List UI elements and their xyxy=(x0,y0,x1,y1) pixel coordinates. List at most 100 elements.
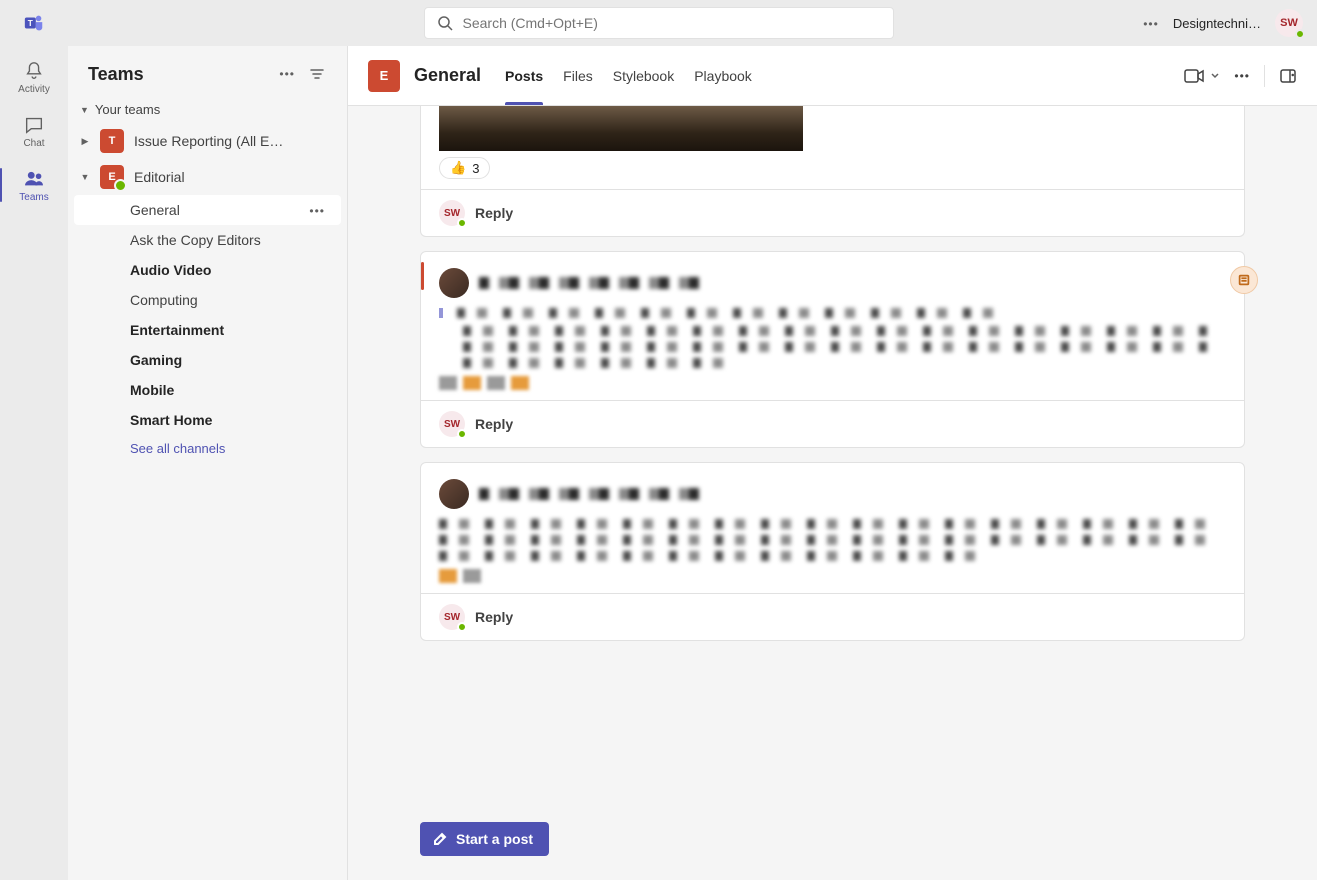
redacted-text xyxy=(439,551,990,561)
redacted-author-line xyxy=(479,488,699,500)
channel-list: General Ask the Copy Editors Audio Video… xyxy=(68,195,347,462)
reply-row[interactable]: SW Reply xyxy=(421,189,1244,236)
reaction-count: 3 xyxy=(472,161,479,176)
rail-label: Chat xyxy=(23,138,44,149)
settings-more-icon[interactable] xyxy=(1143,15,1159,31)
author-avatar[interactable] xyxy=(439,479,469,509)
search-input[interactable] xyxy=(463,15,881,31)
compose-icon xyxy=(432,831,448,847)
chat-icon xyxy=(23,114,45,136)
reply-row[interactable]: SW Reply xyxy=(421,400,1244,447)
channel-row[interactable]: Ask the Copy Editors xyxy=(68,225,347,255)
bell-icon xyxy=(23,60,45,82)
channel-header-actions xyxy=(1184,65,1297,87)
reply-row[interactable]: SW Reply xyxy=(421,593,1244,640)
channel-post-icon[interactable] xyxy=(1230,266,1258,294)
channel-row[interactable]: Mobile xyxy=(68,375,347,405)
user-avatar[interactable]: SW xyxy=(1275,9,1303,37)
channel-tabs: Posts Files Stylebook Playbook xyxy=(505,46,752,105)
team-name: Editorial xyxy=(134,169,335,185)
teams-logo: T xyxy=(0,12,68,34)
channel-name: Audio Video xyxy=(130,262,211,278)
reply-label: Reply xyxy=(475,205,513,221)
sidebar-scroll[interactable]: ▼ Your teams ▶ T Issue Reporting (All E…… xyxy=(68,96,347,880)
caret-down-icon: ▼ xyxy=(80,105,89,115)
your-teams-header[interactable]: ▼ Your teams xyxy=(68,96,347,123)
reply-label: Reply xyxy=(475,609,513,625)
app-root: T Designtechni… SW Activity xyxy=(0,0,1317,880)
avatar-initials: SW xyxy=(444,612,460,623)
team-row-issue-reporting[interactable]: ▶ T Issue Reporting (All E… xyxy=(68,123,347,159)
start-post-button[interactable]: Start a post xyxy=(420,822,549,856)
rail-item-activity[interactable]: Activity xyxy=(0,50,68,104)
channel-name: Mobile xyxy=(130,382,174,398)
org-label[interactable]: Designtechni… xyxy=(1173,16,1261,31)
start-post-label: Start a post xyxy=(456,831,533,847)
thumbs-up-icon: 👍 xyxy=(450,160,466,176)
channel-row-general[interactable]: General xyxy=(74,195,341,225)
channel-header: E General Posts Files Stylebook Playbook xyxy=(348,46,1317,106)
rail-label: Activity xyxy=(18,84,50,95)
team-name: Issue Reporting (All E… xyxy=(134,133,335,149)
post-image[interactable] xyxy=(439,106,803,151)
user-avatar-initials: SW xyxy=(1280,17,1298,29)
redacted-text xyxy=(463,358,730,368)
avatar-initials: SW xyxy=(444,419,460,430)
channel-title: General xyxy=(414,65,481,86)
channel-name: General xyxy=(130,202,180,218)
post-header xyxy=(439,268,1226,298)
tab-files[interactable]: Files xyxy=(563,46,593,105)
filter-icon[interactable] xyxy=(305,62,329,86)
post-header xyxy=(439,479,1226,509)
redacted-text xyxy=(463,326,1211,336)
search-container xyxy=(424,7,894,39)
sidebar: Teams ▼ Your teams ▶ T Issue Reporting (… xyxy=(68,46,348,880)
channel-name: Smart Home xyxy=(130,412,212,428)
reply-avatar: SW xyxy=(439,604,465,630)
chevron-down-icon xyxy=(1210,71,1220,81)
channel-more-icon[interactable] xyxy=(309,202,325,218)
sidebar-title: Teams xyxy=(88,64,269,85)
channel-more-icon[interactable] xyxy=(1234,69,1250,83)
teams-icon xyxy=(23,168,45,190)
tab-posts[interactable]: Posts xyxy=(505,46,543,105)
caret-down-icon: ▼ xyxy=(80,172,90,182)
channel-row[interactable]: Audio Video xyxy=(68,255,347,285)
post-card: SW Reply xyxy=(420,462,1245,641)
redacted-reactions xyxy=(439,376,1226,390)
main: E General Posts Files Stylebook Playbook xyxy=(348,46,1317,880)
channel-row[interactable]: Gaming xyxy=(68,345,347,375)
sidebar-more-icon[interactable] xyxy=(275,63,299,85)
search-box[interactable] xyxy=(424,7,894,39)
redacted-text xyxy=(439,535,1210,545)
search-icon xyxy=(437,15,453,31)
quoted-block xyxy=(439,308,1226,318)
reaction-chip[interactable]: 👍 3 xyxy=(439,157,490,179)
author-avatar[interactable] xyxy=(439,268,469,298)
channel-name: Computing xyxy=(130,292,198,308)
channel-team-avatar: E xyxy=(368,60,400,92)
rail-item-chat[interactable]: Chat xyxy=(0,104,68,158)
post-card: 👍 3 SW Reply xyxy=(420,106,1245,237)
rail-item-teams[interactable]: Teams xyxy=(0,158,68,212)
channel-row[interactable]: Computing xyxy=(68,285,347,315)
see-all-channels[interactable]: See all channels xyxy=(68,435,347,462)
channel-row[interactable]: Entertainment xyxy=(68,315,347,345)
open-panel-icon[interactable] xyxy=(1279,67,1297,85)
team-row-editorial[interactable]: ▼ E Editorial xyxy=(68,159,347,195)
channel-name: Entertainment xyxy=(130,322,224,338)
tab-playbook[interactable]: Playbook xyxy=(694,46,752,105)
reply-label: Reply xyxy=(475,416,513,432)
feed[interactable]: 👍 3 SW Reply xyxy=(348,106,1317,804)
topbar: T Designtechni… SW xyxy=(0,0,1317,46)
caret-right-icon: ▶ xyxy=(80,136,90,147)
tab-stylebook[interactable]: Stylebook xyxy=(613,46,674,105)
meet-button[interactable] xyxy=(1184,68,1220,84)
presence-dot-icon xyxy=(457,622,467,632)
section-label: Your teams xyxy=(95,102,160,117)
redacted-text xyxy=(463,342,1211,352)
channel-name: Ask the Copy Editors xyxy=(130,232,261,248)
redacted-reactions xyxy=(439,569,1226,583)
channel-row[interactable]: Smart Home xyxy=(68,405,347,435)
sidebar-header: Teams xyxy=(68,46,347,96)
